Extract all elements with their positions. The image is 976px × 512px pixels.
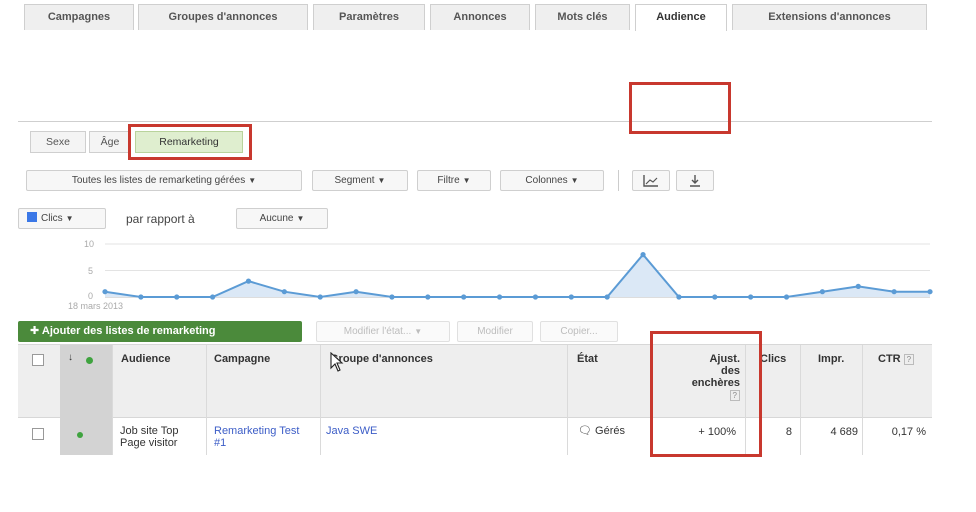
row-status-dot-icon (77, 432, 83, 438)
mouse-cursor-icon (330, 352, 344, 372)
ctr-help-icon[interactable]: ? (903, 354, 915, 365)
row-checkbox[interactable] (32, 428, 44, 440)
header-etat[interactable]: État (577, 353, 598, 365)
cell-state[interactable]: 🗨 Gérés (578, 425, 625, 437)
col-sep (800, 345, 801, 455)
col-sep (862, 345, 863, 455)
col-sep (320, 345, 321, 455)
header-campagne[interactable]: Campagne (214, 353, 270, 365)
data-point[interactable] (461, 294, 467, 300)
data-point[interactable] (927, 289, 933, 295)
highlight-bid-column (650, 331, 762, 457)
status-dot-icon (86, 357, 93, 364)
data-point[interactable] (425, 294, 431, 300)
data-point[interactable] (174, 294, 180, 300)
sort-arrow-icon[interactable]: ↓ (68, 352, 73, 363)
plus-icon: ✚ (30, 325, 42, 337)
col-sep (112, 345, 113, 455)
data-point[interactable] (891, 289, 897, 295)
data-point[interactable] (210, 294, 216, 300)
data-point[interactable] (532, 294, 539, 300)
cell-impr: 4 689 (830, 426, 858, 438)
cell-clicks: 8 (785, 426, 792, 438)
page-bottom (0, 455, 976, 512)
header-impr[interactable]: Impr. (818, 353, 844, 365)
series-line (104, 253, 930, 299)
data-point[interactable] (138, 294, 144, 300)
select-all-checkbox[interactable] (32, 354, 44, 366)
header-clics[interactable]: Clics (760, 353, 786, 365)
col-sep (567, 345, 568, 455)
data-point[interactable] (748, 294, 754, 300)
data-point[interactable] (281, 289, 287, 295)
data-point[interactable] (712, 294, 718, 300)
cell-audience: Job site Top Page visitor (120, 425, 179, 449)
comment-icon: 🗨 (578, 425, 592, 437)
modify-state-dropdown[interactable]: Modifier l'état... ▼ (316, 321, 450, 342)
cell-adgroup-link[interactable]: Java SWE (326, 425, 377, 437)
data-point[interactable] (783, 294, 790, 300)
data-point[interactable] (317, 294, 323, 300)
cell-ctr: 0,17 % (891, 426, 926, 438)
modify-button[interactable]: Modifier (457, 321, 533, 342)
col-sep (206, 345, 207, 455)
cell-campaign-link[interactable]: Remarketing Test #1 (214, 425, 314, 449)
data-point[interactable] (676, 294, 682, 300)
data-point[interactable] (819, 289, 825, 295)
data-point[interactable] (496, 294, 503, 300)
data-point[interactable] (102, 289, 108, 295)
data-point[interactable] (604, 294, 610, 300)
data-point[interactable] (389, 294, 395, 300)
add-remarketing-lists-button[interactable]: ✚ Ajouter des listes de remarketing (18, 321, 302, 342)
data-point[interactable] (353, 289, 359, 295)
data-point[interactable] (640, 252, 646, 258)
data-point[interactable] (568, 294, 574, 300)
data-point[interactable] (855, 283, 861, 289)
header-groupe-annonces[interactable]: Groupe d'annonces (330, 353, 433, 365)
header-audience[interactable]: Audience (121, 353, 171, 365)
copy-button[interactable]: Copier... (540, 321, 618, 342)
header-ctr[interactable]: CTR ? (878, 353, 915, 365)
data-point[interactable] (245, 278, 252, 284)
